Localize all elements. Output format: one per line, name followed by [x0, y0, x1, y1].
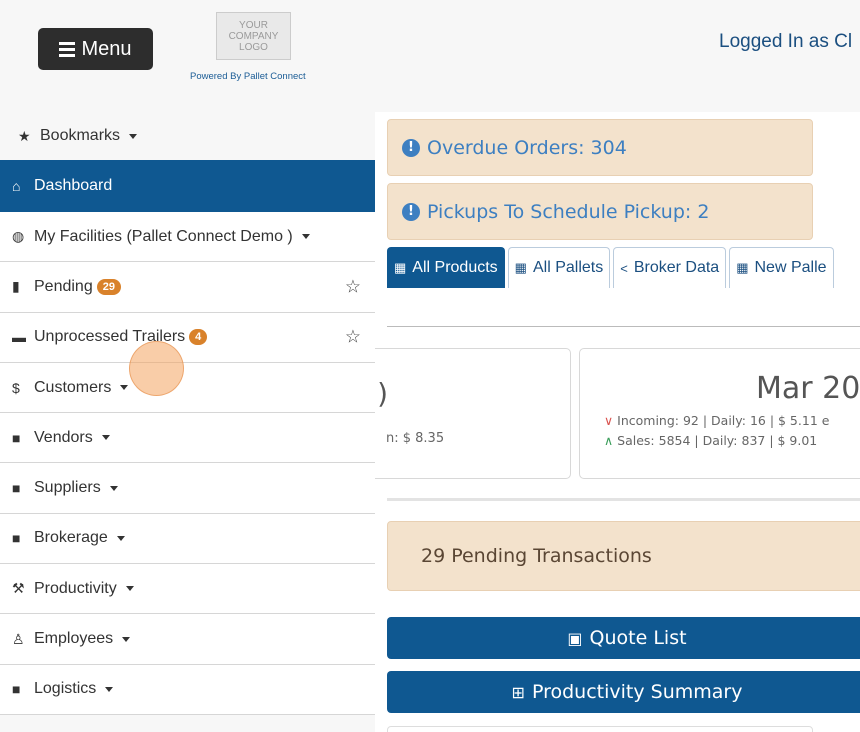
tab-all-products[interactable]: ▦ All Products [387, 247, 505, 288]
share-icon: < [620, 260, 628, 276]
caret-down-icon [101, 435, 110, 441]
sidebar-item-productivity[interactable]: ⚒ Productivity [0, 564, 375, 615]
info-icon: ! [402, 202, 420, 221]
sidebar-item-employees[interactable]: ♙ Employees [0, 614, 375, 665]
arrow-down-icon: ∨ [604, 413, 614, 428]
quote-list-button[interactable]: ▣ Quote List [387, 617, 860, 659]
caret-down-icon [129, 133, 138, 139]
sidebar-item-vendors[interactable]: ■ Vendors [0, 413, 375, 464]
caret-down-icon [301, 234, 310, 240]
hamburger-icon [59, 41, 76, 57]
pending-count-badge: 29 [96, 278, 121, 295]
caret-down-icon [120, 385, 129, 391]
pickups-alert[interactable]: ! Pickups To Schedule Pickup: 2 [387, 183, 813, 240]
sidebar-item-suppliers[interactable]: ■ Suppliers [0, 463, 375, 514]
person-icon: ♙ [12, 630, 25, 647]
star-icon: ★ [18, 127, 31, 144]
star-outline-icon[interactable]: ☆ [345, 276, 361, 297]
tab-new-pallets[interactable]: ▦ New Palle [729, 247, 834, 288]
tab-divider [387, 326, 860, 327]
home-icon: ⌂ [12, 178, 21, 194]
sidebar-item-dashboard[interactable]: ⌂ Dashboard [0, 160, 375, 212]
pallets-icon: ▦ [514, 260, 527, 275]
sidebar-item-unprocessed-trailers[interactable]: ▬ Unprocessed Trailers 4 ☆ [0, 312, 375, 363]
stats-card-month: Mar 20 ∨ Incoming: 92 | Daily: 16 | $ 5.1… [579, 348, 860, 479]
clipboard-icon: ▮ [12, 278, 20, 295]
hammer-icon: ⚒ [12, 580, 25, 597]
tab-all-pallets[interactable]: ▦ All Pallets [507, 247, 611, 288]
tab-broker-data[interactable]: < Broker Data [613, 247, 727, 288]
caret-down-icon [105, 686, 114, 692]
dollar-icon: $ [12, 379, 20, 396]
trailer-icon: ▬ [12, 329, 26, 346]
sidebar-item-bookmarks[interactable]: ★ Bookmarks [0, 112, 375, 160]
company-logo[interactable]: YOUR COMPANY LOGO [216, 12, 291, 60]
truck-icon: ■ [12, 429, 21, 446]
caret-down-icon [125, 586, 134, 592]
truck-icon: ■ [12, 530, 21, 547]
productivity-summary-button[interactable]: ⊞ Productivity Summary [387, 671, 860, 713]
month-title: Mar 20 [756, 371, 860, 406]
trailers-count-badge: 4 [189, 329, 208, 346]
logged-in-user[interactable]: Logged In as Cl [719, 31, 852, 53]
sidebar-item-pending[interactable]: ▮ Pending 29 ☆ [0, 262, 375, 313]
pallets-icon: ▦ [736, 260, 749, 275]
arrow-up-icon: ∧ [604, 433, 614, 448]
menu-button[interactable]: Menu [38, 28, 153, 70]
caret-down-icon [116, 535, 125, 541]
top-header: Menu YOUR COMPANY LOGO Powered By Pallet… [0, 0, 860, 112]
info-icon: ! [402, 138, 420, 157]
product-tabs: ▦ All Products ▦ All Pallets < Broker Data … [387, 247, 860, 288]
globe-icon: ◍ [12, 228, 25, 245]
click-indicator [129, 341, 184, 396]
pallets-icon: ▦ [394, 260, 407, 275]
truck-icon: ■ [12, 480, 21, 497]
truck-icon: ■ [12, 681, 21, 698]
section-divider [387, 498, 860, 501]
stats-card-left: ) n: $ 8.35 [375, 348, 571, 479]
table-icon: ⊞ [511, 682, 525, 702]
pending-transactions-box[interactable]: 29 Pending Transactions [387, 521, 860, 591]
quote-icon: ▣ [567, 628, 583, 648]
bottom-card [387, 726, 813, 732]
sidebar: ★ Bookmarks ⌂ Dashboard ◍ My Facilities … [0, 112, 375, 732]
star-outline-icon[interactable]: ☆ [345, 327, 361, 348]
caret-down-icon [122, 636, 131, 642]
powered-by-text: Powered By Pallet Connect [190, 71, 306, 82]
menu-button-label: Menu [81, 37, 132, 60]
caret-down-icon [109, 485, 118, 491]
sidebar-item-my-facilities[interactable]: ◍ My Facilities (Pallet Connect Demo ) [0, 212, 375, 263]
sidebar-item-brokerage[interactable]: ■ Brokerage [0, 513, 375, 565]
main-content: ! Overdue Orders: 304 ! Pickups To Sched… [375, 112, 860, 732]
sidebar-item-logistics[interactable]: ■ Logistics [0, 664, 375, 715]
sidebar-item-customers[interactable]: $ Customers [0, 362, 375, 414]
overdue-orders-alert[interactable]: ! Overdue Orders: 304 [387, 119, 813, 176]
